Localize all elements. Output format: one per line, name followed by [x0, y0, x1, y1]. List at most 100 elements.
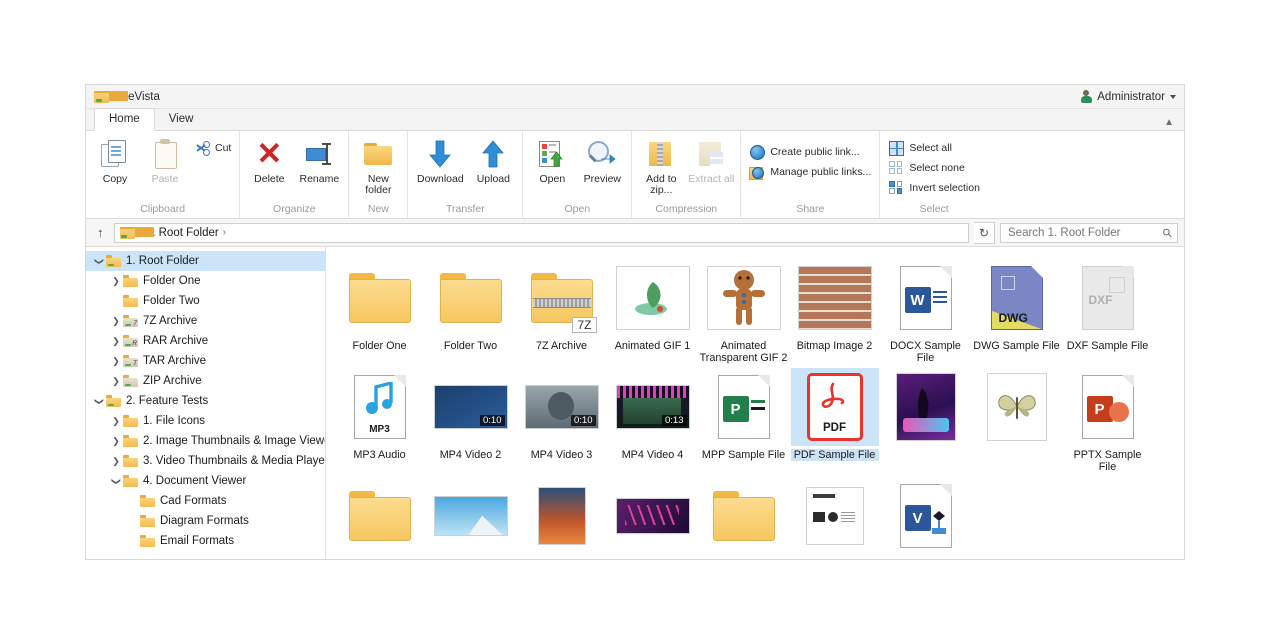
file-item[interactable]: 0:10MP4 Video 2: [425, 364, 516, 473]
chevron-right-icon[interactable]: ❯: [109, 356, 123, 367]
new-folder-button[interactable]: New folder: [353, 134, 403, 196]
file-thumbnail: W: [900, 259, 952, 337]
folder-thumbnail: [440, 273, 502, 323]
file-thumbnail: [616, 259, 690, 337]
tree-node[interactable]: ❯Folder One: [86, 271, 325, 291]
tree-node[interactable]: ❯77Z Archive: [86, 311, 325, 331]
preview-button[interactable]: Preview: [577, 134, 627, 185]
address-bar: ↑ › 1. Root Folder › ↻ ⚲: [86, 219, 1184, 247]
ribbon-tabstrip: Home View ▲: [86, 109, 1184, 131]
tree-node[interactable]: Email Formats: [86, 531, 325, 551]
tree-node[interactable]: ❯1. File Icons: [86, 411, 325, 431]
paste-button[interactable]: Paste: [140, 134, 190, 185]
select-all-button[interactable]: Select all: [884, 138, 984, 158]
tree-node[interactable]: ❯1. Root Folder: [86, 251, 325, 271]
tree-node-label: Cad Formats: [160, 495, 226, 507]
image-thumbnail: [538, 487, 586, 545]
folder-tree[interactable]: ❯1. Root Folder❯Folder OneFolder Two❯77Z…: [86, 247, 326, 560]
file-item[interactable]: PDFPDF Sample File: [789, 364, 880, 473]
file-item[interactable]: 7Z7Z Archive: [516, 255, 607, 364]
search-box[interactable]: ⚲: [1000, 223, 1178, 243]
select-none-button[interactable]: Select none: [884, 158, 984, 178]
chevron-up-icon[interactable]: ▲: [1164, 117, 1174, 128]
file-item[interactable]: DWGDWG Sample File: [971, 255, 1062, 364]
open-button[interactable]: Open: [527, 134, 577, 185]
file-item[interactable]: Bitmap Image 2: [789, 255, 880, 364]
tree-node[interactable]: ❯4. Document Viewer: [86, 471, 325, 491]
tree-node[interactable]: Diagram Formats: [86, 511, 325, 531]
file-item[interactable]: 0:13MP4 Video 4: [607, 364, 698, 473]
file-item[interactable]: V: [880, 473, 971, 558]
upload-button[interactable]: Upload: [468, 134, 518, 185]
chevron-down-icon[interactable]: ❯: [94, 254, 105, 268]
file-item[interactable]: P PPTX Sample File: [1062, 364, 1153, 473]
chevron-right-icon[interactable]: ❯: [109, 416, 123, 427]
breadcrumb[interactable]: › 1. Root Folder ›: [114, 223, 970, 243]
invert-selection-label: Invert selection: [909, 182, 980, 194]
invert-selection-button[interactable]: Invert selection: [884, 178, 984, 198]
file-item[interactable]: Animated GIF 1: [607, 255, 698, 364]
document-page-icon: V: [900, 484, 952, 548]
user-menu[interactable]: Administrator: [1080, 90, 1176, 103]
file-item[interactable]: DXFDXF Sample File: [1062, 255, 1153, 364]
download-button[interactable]: Download: [412, 134, 468, 185]
tree-node[interactable]: Folder Two: [86, 291, 325, 311]
copy-button[interactable]: Copy: [90, 134, 140, 185]
chevron-right-icon[interactable]: ❯: [109, 376, 123, 387]
file-item[interactable]: [334, 473, 425, 558]
file-item[interactable]: P MPP Sample File: [698, 364, 789, 473]
video-duration: 0:10: [571, 415, 596, 426]
video-duration: 0:10: [480, 415, 505, 426]
rename-button[interactable]: Rename: [294, 134, 344, 185]
ribbon-group-transfer: Download Upload Transfer: [408, 131, 523, 218]
file-item[interactable]: [880, 364, 971, 473]
tree-node[interactable]: Cad Formats: [86, 491, 325, 511]
file-thumbnail: [349, 477, 411, 555]
tab-view[interactable]: View: [155, 109, 208, 130]
delete-button[interactable]: ✕ Delete: [244, 134, 294, 185]
file-grid-pane[interactable]: Folder OneFolder Two7Z7Z ArchiveAnimated…: [326, 247, 1184, 560]
chevron-right-icon[interactable]: ❯: [109, 336, 123, 347]
chevron-right-icon[interactable]: ❯: [109, 436, 123, 447]
tab-home[interactable]: Home: [94, 108, 155, 131]
file-item[interactable]: [516, 473, 607, 558]
file-item[interactable]: [971, 364, 1062, 473]
file-item[interactable]: [425, 473, 516, 558]
chevron-down-icon[interactable]: ❯: [111, 474, 122, 488]
dwg-thumbnail: DWG: [991, 266, 1043, 330]
file-item[interactable]: [607, 473, 698, 558]
file-item[interactable]: Folder One: [334, 255, 425, 364]
file-item[interactable]: Animated Transparent GIF 2: [698, 255, 789, 364]
tree-node[interactable]: ❯ZIP Archive: [86, 371, 325, 391]
folder-icon: [140, 515, 155, 527]
cut-button[interactable]: Cut: [190, 138, 235, 158]
file-item[interactable]: [789, 473, 880, 558]
chevron-right-icon[interactable]: ❯: [109, 276, 123, 287]
refresh-icon[interactable]: ↻: [974, 222, 995, 244]
breadcrumb-item-root[interactable]: 1. Root Folder: [146, 227, 219, 239]
extract-all-button[interactable]: Extract all: [686, 134, 736, 185]
create-public-link-button[interactable]: Create public link...: [745, 142, 875, 162]
chevron-right-icon[interactable]: ❯: [109, 316, 123, 327]
tree-node[interactable]: ❯RRAR Archive: [86, 331, 325, 351]
tree-node[interactable]: ❯TTAR Archive: [86, 351, 325, 371]
manage-public-links-button[interactable]: Manage public links...: [745, 162, 875, 182]
file-thumbnail: P: [718, 368, 770, 446]
file-item[interactable]: W DOCX Sample File: [880, 255, 971, 364]
file-item[interactable]: Folder Two: [425, 255, 516, 364]
chevron-right-icon[interactable]: ❯: [109, 456, 123, 467]
file-item[interactable]: 0:10 MP4 Video 3: [516, 364, 607, 473]
tree-node[interactable]: ❯3. Video Thumbnails & Media Player: [86, 451, 325, 471]
file-name: PDF Sample File: [791, 449, 879, 461]
chevron-down-icon[interactable]: ❯: [94, 394, 105, 408]
open-icon: [536, 138, 568, 170]
file-item[interactable]: [698, 473, 789, 558]
search-input[interactable]: [1006, 226, 1163, 240]
file-name: MP4 Video 3: [518, 449, 606, 461]
breadcrumb-separator-2: ›: [223, 227, 226, 238]
up-arrow-icon[interactable]: ↑: [92, 225, 109, 240]
add-to-zip-button[interactable]: Add to zip...: [636, 134, 686, 196]
file-item[interactable]: MP3MP3 Audio: [334, 364, 425, 473]
tree-node[interactable]: ❯2. Image Thumbnails & Image Viewer: [86, 431, 325, 451]
tree-node[interactable]: ❯2. Feature Tests: [86, 391, 325, 411]
